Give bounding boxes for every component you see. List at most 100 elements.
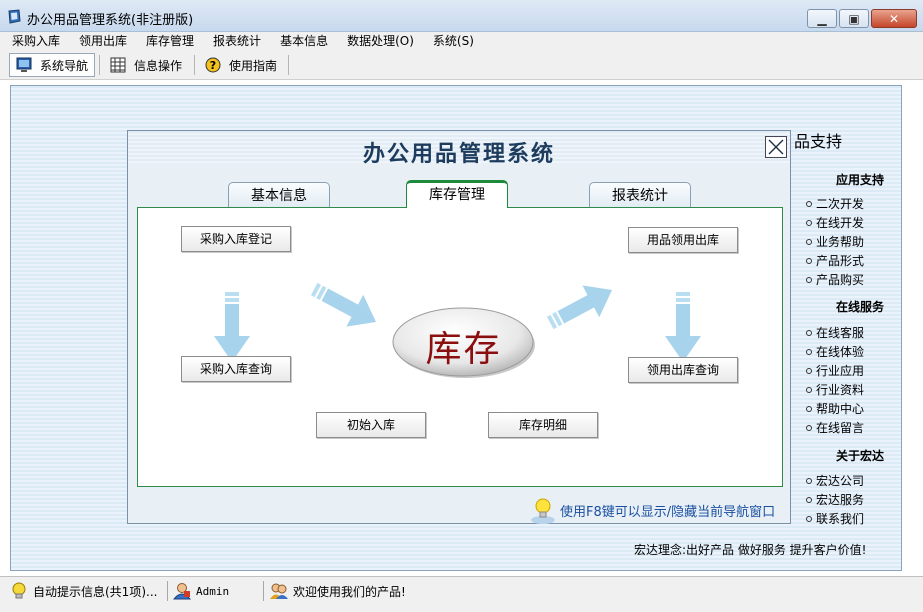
status-user-text: Admin [196, 584, 230, 598]
status-tips[interactable]: 自动提示信息(共1项)... [10, 580, 157, 602]
tab-reports[interactable]: 报表统计 [589, 182, 691, 208]
issue-query-button[interactable]: 领用出库查询 [628, 357, 738, 383]
link-secondary-dev[interactable]: 二次开发 [806, 195, 864, 212]
bullet-icon [806, 258, 812, 264]
initial-stock-button[interactable]: 初始入库 [316, 412, 426, 438]
bullet-icon [806, 220, 812, 226]
bullet-icon [806, 201, 812, 207]
link-online-support[interactable]: 在线客服 [806, 324, 864, 341]
help-icon: ? [205, 57, 221, 73]
minimize-button[interactable]: ▁ [807, 9, 837, 28]
bullet-icon [806, 406, 812, 412]
down-arrow-icon [214, 292, 250, 362]
issue-out-button[interactable]: 用品领用出库 [628, 227, 738, 253]
info-op-button[interactable]: 信息操作 [110, 53, 182, 77]
bottom-edge [0, 604, 923, 612]
close-x-icon [768, 139, 784, 155]
user-guide-label: 使用指南 [229, 58, 278, 73]
menu-system[interactable]: 系统(S) [422, 32, 482, 50]
close-icon: ✕ [888, 11, 900, 26]
link-online-trial[interactable]: 在线体验 [806, 343, 864, 360]
right-down-arrow-icon [310, 282, 377, 327]
right-up-arrow-icon [546, 285, 613, 330]
navigation-dialog: 办公用品管理系统 基本信息 库存管理 报表统计 库存 采购入库登记 采购入库查询… [127, 130, 791, 524]
bullet-icon [806, 239, 812, 245]
menu-stock[interactable]: 库存管理 [135, 32, 202, 50]
center-stock-button[interactable]: 库存 [391, 320, 536, 372]
section-heading-about: 关于宏达 [836, 449, 885, 463]
stock-detail-button[interactable]: 库存明细 [488, 412, 598, 438]
bullet-icon [806, 368, 812, 374]
link-product-buy[interactable]: 产品购买 [806, 271, 864, 288]
f8-hint: 使用F8键可以显示/隐藏当前导航窗口 [530, 496, 775, 524]
link-industry-app[interactable]: 行业应用 [806, 362, 864, 379]
menu-issue[interactable]: 领用出库 [68, 32, 135, 50]
tab-panel: 库存 采购入库登记 采购入库查询 用品领用出库 领用出库查询 初始入库 库存明细 [137, 207, 783, 487]
purchase-query-button[interactable]: 采购入库查询 [181, 356, 291, 382]
menu-basic-info[interactable]: 基本信息 [269, 32, 336, 50]
status-separator [167, 581, 168, 601]
bullet-icon [806, 330, 812, 336]
bullet-icon [806, 516, 812, 522]
right-margin [902, 85, 923, 571]
info-op-label: 信息操作 [134, 58, 183, 73]
section-heading-online-service: 在线服务 [836, 300, 885, 314]
toolbar-separator [99, 55, 100, 75]
window-title: 办公用品管理系统(非注册版) [27, 13, 194, 28]
status-bar: 自动提示信息(共1项)... Admin 欢迎使用我们的产品! [0, 576, 923, 604]
link-services[interactable]: 宏达服务 [806, 491, 864, 508]
status-welcome-text: 欢迎使用我们的产品! [293, 584, 406, 599]
users-icon [270, 583, 288, 599]
link-help-center[interactable]: 帮助中心 [806, 400, 864, 417]
menu-reports[interactable]: 报表统计 [202, 32, 269, 50]
link-product-form[interactable]: 产品形式 [806, 252, 864, 269]
close-button[interactable]: ✕ [871, 9, 917, 28]
status-tips-text: 自动提示信息(共1项)... [33, 584, 158, 599]
maximize-button[interactable]: ▣ [839, 9, 869, 28]
system-nav-label: 系统导航 [40, 58, 89, 73]
toolbar: 系统导航 信息操作 ? 使用指南 [0, 50, 923, 80]
tip-bulb-icon [12, 582, 26, 599]
title-bar: 办公用品管理系统(非注册版) ▁ ▣ ✕ [0, 0, 923, 32]
menu-purchase[interactable]: 采购入库 [0, 32, 68, 50]
menu-data[interactable]: 数据处理(O) [336, 32, 422, 50]
bullet-icon [806, 387, 812, 393]
lightbulb-icon [531, 498, 555, 524]
app-icon [8, 9, 21, 24]
tab-basic-info[interactable]: 基本信息 [228, 182, 330, 208]
grid-icon [110, 57, 126, 73]
menu-bar: 采购入库 领用出库 库存管理 报表统计 基本信息 数据处理(O) 系统(S) [0, 32, 923, 50]
bullet-icon [806, 478, 812, 484]
maximize-icon: ▣ [848, 11, 860, 26]
dialog-close-button[interactable] [765, 136, 787, 158]
minimize-icon: ▁ [817, 11, 827, 26]
bullet-icon [806, 497, 812, 503]
bullet-icon [806, 425, 812, 431]
monitor-icon [16, 57, 32, 72]
system-nav-button[interactable]: 系统导航 [9, 53, 96, 77]
link-contact[interactable]: 联系我们 [806, 510, 864, 527]
down-arrow-icon [665, 292, 701, 362]
link-online-message[interactable]: 在线留言 [806, 419, 864, 436]
status-user: Admin [173, 580, 229, 602]
bullet-icon [806, 277, 812, 283]
status-welcome: 欢迎使用我们的产品! [270, 580, 406, 602]
toolbar-separator [194, 55, 195, 75]
svg-text:?: ? [210, 59, 216, 72]
tab-stock-management[interactable]: 库存管理 [406, 180, 508, 208]
status-separator [263, 581, 264, 601]
support-title: 品支持 [794, 132, 843, 151]
purchase-register-button[interactable]: 采购入库登记 [181, 226, 291, 252]
slogan-text: 宏达理念:出好产品 做好服务 提升客户价值! [634, 543, 867, 557]
link-online-dev[interactable]: 在线开发 [806, 214, 864, 231]
user-icon [173, 583, 191, 600]
dialog-title: 办公用品管理系统 [362, 142, 555, 167]
toolbar-separator [288, 55, 289, 75]
link-business-help[interactable]: 业务帮助 [806, 233, 864, 250]
f8-hint-text: 使用F8键可以显示/隐藏当前导航窗口 [560, 504, 776, 520]
section-heading-app-support: 应用支持 [836, 173, 885, 187]
user-guide-button[interactable]: ? 使用指南 [205, 53, 277, 77]
link-company[interactable]: 宏达公司 [806, 472, 864, 489]
bullet-icon [806, 349, 812, 355]
link-industry-docs[interactable]: 行业资料 [806, 381, 864, 398]
